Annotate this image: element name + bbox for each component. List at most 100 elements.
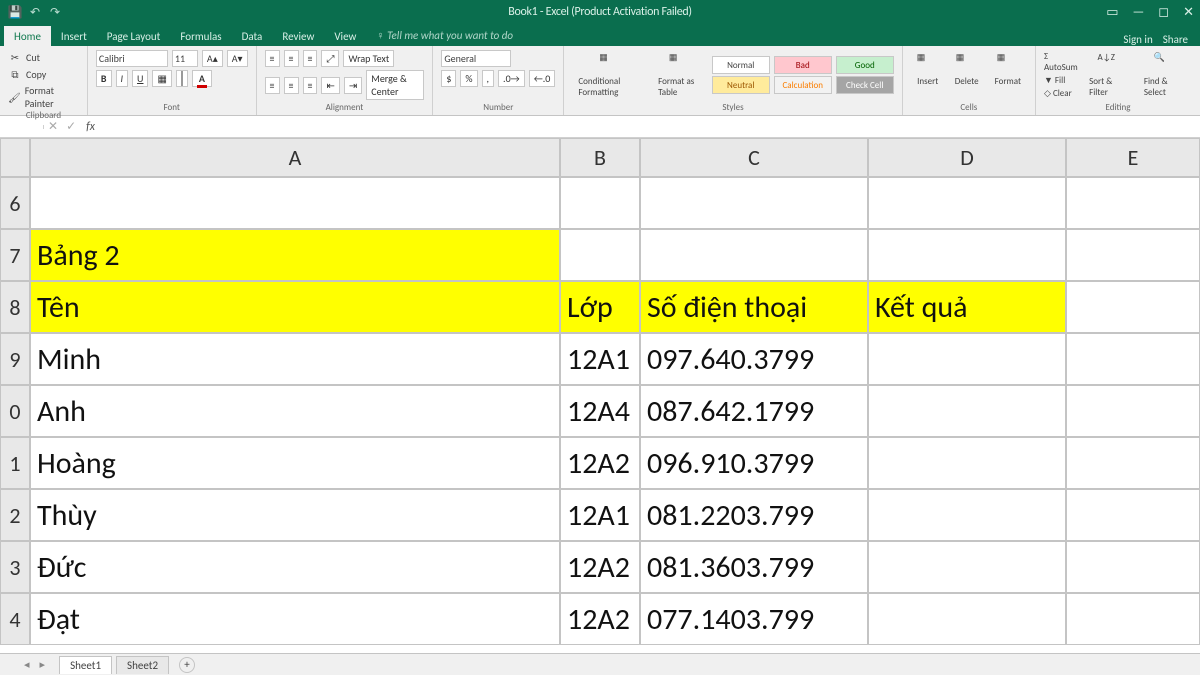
format-cells-button[interactable]: ▦Format <box>989 50 1027 89</box>
align-top-icon[interactable]: ≡ <box>265 50 280 67</box>
cell-d14[interactable] <box>868 593 1066 645</box>
row-header-11[interactable]: 1 <box>0 437 30 489</box>
format-painter-button[interactable]: Format Painter <box>25 84 79 110</box>
style-bad[interactable]: Bad <box>774 56 832 74</box>
align-right-icon[interactable]: ≡ <box>303 77 318 94</box>
align-left-icon[interactable]: ≡ <box>265 77 280 94</box>
row-header-9[interactable]: 9 <box>0 333 30 385</box>
cell-b10[interactable]: 12A4 <box>560 385 640 437</box>
cell-b6[interactable] <box>560 177 640 229</box>
ribbon-display-icon[interactable]: ▭ <box>1106 5 1118 20</box>
cell-e6[interactable] <box>1066 177 1200 229</box>
formula-bar[interactable] <box>101 125 1200 129</box>
decrease-font-icon[interactable]: A▾ <box>227 50 248 67</box>
orientation-icon[interactable]: ⤢ <box>321 50 339 67</box>
cancel-formula-icon[interactable]: ✕ <box>44 119 62 134</box>
cell-e14[interactable] <box>1066 593 1200 645</box>
cell-a10[interactable]: Anh <box>30 385 560 437</box>
row-header-13[interactable]: 3 <box>0 541 30 593</box>
decrease-decimal-icon[interactable]: ←.0 <box>529 70 556 87</box>
tab-review[interactable]: Review <box>272 26 324 46</box>
fill-button[interactable]: ▼ Fill <box>1044 75 1079 86</box>
increase-decimal-icon[interactable]: .0→ <box>498 70 525 87</box>
cut-button[interactable]: Cut <box>26 51 40 64</box>
cell-c7[interactable] <box>640 229 868 281</box>
row-header-12[interactable]: 2 <box>0 489 30 541</box>
fill-color-button[interactable] <box>176 70 188 87</box>
tab-view[interactable]: View <box>324 26 366 46</box>
row-header-14[interactable]: 4 <box>0 593 30 645</box>
cell-a9[interactable]: Minh <box>30 333 560 385</box>
sheet-nav-prev-icon[interactable]: ◂ <box>24 658 30 671</box>
sort-filter-button[interactable]: A↓ZSort & Filter <box>1083 50 1134 100</box>
fx-icon[interactable]: fx <box>80 120 101 134</box>
cell-b7[interactable] <box>560 229 640 281</box>
share-link[interactable]: Share <box>1163 33 1188 46</box>
style-check-cell[interactable]: Check Cell <box>836 76 894 94</box>
cell-e9[interactable] <box>1066 333 1200 385</box>
bold-button[interactable]: B <box>96 70 112 87</box>
cell-c12[interactable]: 081.2203.799 <box>640 489 868 541</box>
sign-in-link[interactable]: Sign in <box>1123 33 1152 46</box>
enter-formula-icon[interactable]: ✓ <box>62 119 80 134</box>
tab-page-layout[interactable]: Page Layout <box>97 26 171 46</box>
row-header-8[interactable]: 8 <box>0 281 30 333</box>
align-bottom-icon[interactable]: ≡ <box>303 50 318 67</box>
row-header-7[interactable]: 7 <box>0 229 30 281</box>
delete-cells-button[interactable]: ▦Delete <box>949 50 985 89</box>
tab-formulas[interactable]: Formulas <box>170 26 231 46</box>
percent-icon[interactable]: % <box>460 70 477 87</box>
row-header-6[interactable]: 6 <box>0 177 30 229</box>
autosum-button[interactable]: Σ AutoSum <box>1044 51 1079 73</box>
currency-icon[interactable]: $ <box>441 70 456 87</box>
merge-center-button[interactable]: Merge & Center <box>366 70 424 100</box>
increase-font-icon[interactable]: A▴ <box>202 50 223 67</box>
column-header-e[interactable]: E <box>1066 138 1200 177</box>
sheet-tab-1[interactable]: Sheet1 <box>59 656 112 674</box>
cell-d7[interactable] <box>868 229 1066 281</box>
name-box[interactable] <box>0 125 44 129</box>
conditional-formatting-button[interactable]: ▦ Conditional Formatting <box>572 50 648 100</box>
cell-e12[interactable] <box>1066 489 1200 541</box>
font-size-select[interactable]: 11 <box>172 50 198 67</box>
cell-d13[interactable] <box>868 541 1066 593</box>
cell-c8[interactable]: Số điện thoại <box>640 281 868 333</box>
tell-me[interactable]: ♀ Tell me what you want to do <box>366 25 523 46</box>
redo-icon[interactable]: ↷ <box>48 5 62 19</box>
copy-button[interactable]: Copy <box>26 68 46 81</box>
style-neutral[interactable]: Neutral <box>712 76 770 94</box>
cell-c10[interactable]: 087.642.1799 <box>640 385 868 437</box>
cell-c11[interactable]: 096.910.3799 <box>640 437 868 489</box>
cell-a12[interactable]: Thùy <box>30 489 560 541</box>
cell-a14[interactable]: Đạt <box>30 593 560 645</box>
comma-icon[interactable]: , <box>482 70 495 87</box>
cell-c9[interactable]: 097.640.3799 <box>640 333 868 385</box>
column-header-c[interactable]: C <box>640 138 868 177</box>
save-icon[interactable]: 💾 <box>8 5 22 19</box>
worksheet-grid[interactable]: A B C D E 6 7 Bảng 2 8 Tên Lớp Số điện t… <box>0 138 1200 653</box>
number-format-select[interactable]: General <box>441 50 511 67</box>
cell-b12[interactable]: 12A1 <box>560 489 640 541</box>
cell-d8[interactable]: Kết quả <box>868 281 1066 333</box>
cell-d9[interactable] <box>868 333 1066 385</box>
maximize-icon[interactable]: ◻ <box>1158 5 1169 20</box>
new-sheet-button[interactable]: + <box>179 657 195 673</box>
cell-d11[interactable] <box>868 437 1066 489</box>
border-button[interactable]: ▦ <box>152 70 171 87</box>
sheet-tab-2[interactable]: Sheet2 <box>116 656 169 674</box>
cell-a8[interactable]: Tên <box>30 281 560 333</box>
underline-button[interactable]: U <box>132 70 148 87</box>
align-middle-icon[interactable]: ≡ <box>284 50 299 67</box>
close-icon[interactable]: ✕ <box>1183 5 1194 20</box>
cell-c6[interactable] <box>640 177 868 229</box>
insert-cells-button[interactable]: ▦Insert <box>911 50 945 89</box>
minimize-icon[interactable]: — <box>1133 5 1145 20</box>
sheet-nav-next-icon[interactable]: ▸ <box>40 658 46 671</box>
style-good[interactable]: Good <box>836 56 894 74</box>
cell-d12[interactable] <box>868 489 1066 541</box>
format-as-table-button[interactable]: ▦ Format as Table <box>652 50 708 100</box>
cell-e11[interactable] <box>1066 437 1200 489</box>
align-center-icon[interactable]: ≡ <box>284 77 299 94</box>
italic-button[interactable]: I <box>116 70 129 87</box>
cell-b8[interactable]: Lớp <box>560 281 640 333</box>
